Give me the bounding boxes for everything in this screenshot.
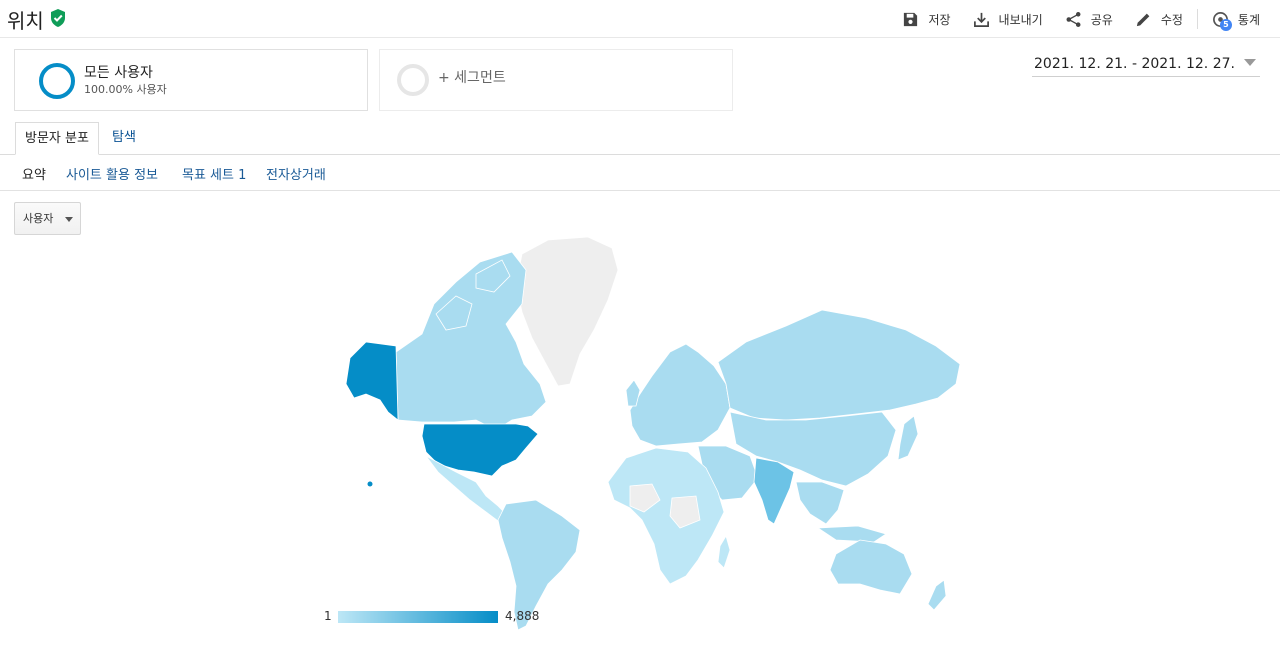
share-icon [1066,11,1081,27]
legend-max-value: 4,888 [505,609,540,623]
chevron-down-icon [1244,59,1256,66]
region-new-zealand[interactable] [927,579,947,611]
region-europe[interactable] [629,343,731,447]
save-icon [904,12,918,26]
region-australia[interactable] [829,539,913,595]
region-hawaii[interactable] [367,481,373,487]
export-label: 내보내기 [998,12,1043,27]
add-segment-label: + 세그먼트 [438,70,506,86]
region-africa[interactable] [607,447,725,585]
subtab-goal-set[interactable]: 목표 세트 1 [182,164,246,183]
export-button[interactable]: 내보내기 [973,11,1043,28]
tab-explore[interactable]: 탐색 [103,122,145,155]
segment-all-users[interactable]: 모든 사용자 100.00% 사용자 [14,49,368,111]
share-button[interactable]: 공유 [1065,11,1113,28]
segment-ring-icon [39,63,75,99]
date-range-text: 2021. 12. 21. - 2021. 12. 27. [1034,55,1235,72]
insights-label: 통계 [1237,12,1260,27]
report-header: 위치 저장 내보내기 공유 수정 5 통계 [0,0,1280,38]
segment-percentage: 100.00% 사용자 [84,83,167,96]
metric-dropdown[interactable]: 사용자 [14,202,81,235]
region-madagascar[interactable] [717,535,731,569]
subtab-ecommerce[interactable]: 전자상거래 [266,164,326,183]
subtab-site-usage[interactable]: 사이트 활용 정보 [66,164,158,183]
region-canada[interactable] [395,251,547,431]
region-greenland[interactable] [515,236,619,387]
insights-button[interactable]: 5 통계 [1212,11,1260,31]
metric-dropdown-value: 사용자 [23,212,54,225]
chevron-down-icon [65,217,73,222]
region-japan[interactable] [897,415,919,461]
share-label: 공유 [1090,12,1113,27]
subtab-summary[interactable]: 요약 [22,164,46,183]
pencil-icon [1136,13,1150,26]
download-icon [973,12,989,27]
segment-name: 모든 사용자 [84,65,153,81]
report-toolbar: 저장 내보내기 공유 수정 5 통계 [902,0,1280,38]
edit-button[interactable]: 수정 [1135,11,1183,28]
report-tabs: 방문자 분포 탐색 [0,122,1280,155]
save-label: 저장 [928,12,951,27]
date-range-picker[interactable]: 2021. 12. 21. - 2021. 12. 27. [1032,51,1260,77]
explorer-subtabs: 요약 사이트 활용 정보 목표 세트 1 전자상거래 [0,155,1280,191]
add-segment-card[interactable]: + 세그먼트 [379,49,733,111]
insights-count-badge: 5 [1219,18,1232,31]
tab-audience[interactable]: 방문자 분포 [15,122,99,155]
page-title: 위치 [7,9,44,33]
world-map [345,236,961,631]
region-southeast-asia[interactable] [795,481,887,543]
legend-min-value: 1 [324,609,332,623]
toolbar-divider [1196,9,1198,29]
region-russia[interactable] [717,309,961,421]
edit-label: 수정 [1160,12,1183,27]
verified-shield-icon [51,9,65,27]
region-alaska[interactable] [345,341,399,421]
legend-color-scale [338,611,498,623]
region-india[interactable] [753,457,795,525]
save-button[interactable]: 저장 [902,11,951,28]
map-legend: 1 4,888 [322,608,562,626]
empty-segment-ring-icon [397,64,429,96]
